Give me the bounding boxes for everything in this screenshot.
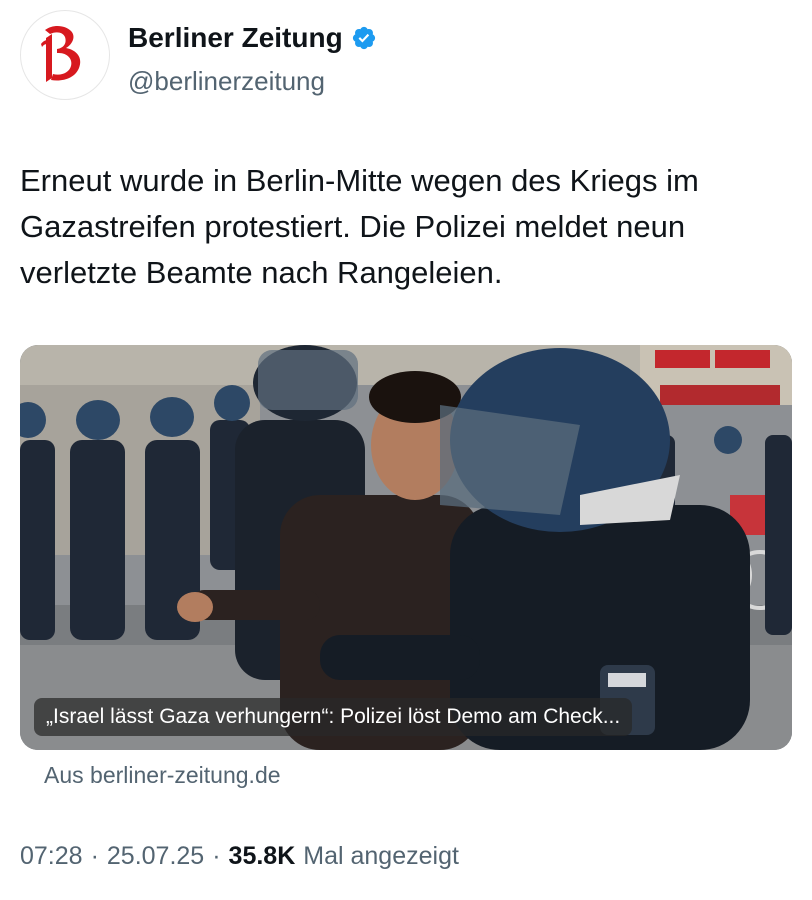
tweet-time[interactable]: 07:28: [20, 842, 83, 871]
account-name-row[interactable]: Berliner Zeitung: [128, 22, 377, 54]
views-label: Mal angezeigt: [303, 842, 459, 870]
news-photo: [20, 345, 792, 750]
separator-dot: ·: [212, 842, 221, 870]
link-card[interactable]: „Israel lässt Gaza verhungern“: Polizei …: [20, 345, 792, 750]
account-name[interactable]: Berliner Zeitung: [128, 22, 343, 54]
separator-dot: ·: [90, 842, 99, 870]
account-handle[interactable]: @berlinerzeitung: [128, 66, 325, 97]
tweet-meta: 07:28 · 25.07.25 · 35.8K Mal angezeigt: [20, 842, 459, 871]
tweet-header: Berliner Zeitung @berlinerzeitung: [20, 10, 792, 110]
avatar[interactable]: [20, 10, 110, 100]
tweet-text: Erneut wurde in Berlin-Mitte wegen des K…: [20, 163, 699, 290]
verified-badge-icon: [352, 26, 375, 50]
blackletter-b-logo-icon: [41, 25, 81, 82]
link-card-title[interactable]: „Israel lässt Gaza verhungern“: Polizei …: [34, 698, 633, 736]
tweet-date[interactable]: 25.07.25: [107, 842, 204, 871]
views-count: 35.8K: [228, 842, 296, 870]
link-source[interactable]: Aus berliner-zeitung.de: [44, 762, 281, 789]
